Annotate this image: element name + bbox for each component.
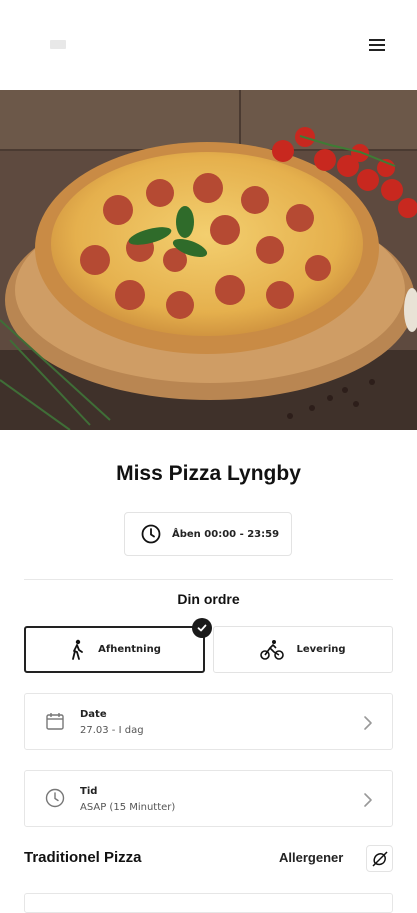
date-selector[interactable]: Date 27.03 - I dag: [24, 693, 393, 750]
menu-line: [369, 49, 385, 51]
hamburger-menu-button[interactable]: [362, 32, 392, 58]
menu-section-title: Traditionel Pizza: [24, 849, 142, 866]
delivery-label: Levering: [296, 644, 346, 655]
top-header: [0, 0, 417, 90]
chevron-right-icon: [364, 793, 372, 807]
hero-pizza-image: [0, 90, 417, 430]
clock-icon: [45, 788, 65, 808]
selected-check-icon: [192, 618, 212, 638]
menu-item-card[interactable]: [24, 893, 393, 913]
menu-line: [369, 39, 385, 41]
pickup-option-button[interactable]: Afhentning: [24, 626, 205, 673]
date-value: 27.03 - I dag: [80, 725, 144, 736]
delivery-option-button[interactable]: Levering: [213, 626, 393, 673]
calendar-icon: [46, 713, 64, 730]
restaurant-name: Miss Pizza Lyngby: [116, 462, 301, 485]
allergens-button[interactable]: [366, 845, 393, 872]
date-label: Date: [80, 709, 107, 720]
allergens-link[interactable]: Allergener: [279, 850, 343, 865]
walking-person-icon: [72, 639, 84, 660]
order-title: Din ordre: [177, 591, 240, 607]
pickup-label: Afhentning: [98, 644, 161, 655]
opening-hours-text: Åben 00:00 - 23:59: [172, 528, 280, 540]
clock-icon: [141, 524, 161, 544]
time-selector[interactable]: Tid ASAP (15 Minutter): [24, 770, 393, 827]
chevron-right-icon: [364, 716, 372, 730]
pizza-photo: [0, 90, 417, 430]
time-value: ASAP (15 Minutter): [80, 802, 176, 813]
opening-hours-badge: Åben 00:00 - 23:59: [124, 512, 292, 556]
cyclist-icon: [260, 639, 285, 660]
menu-line: [369, 44, 385, 46]
divider: [24, 579, 393, 580]
time-label: Tid: [80, 786, 98, 797]
logo-icon[interactable]: [50, 40, 66, 49]
allergen-icon: [371, 850, 388, 867]
